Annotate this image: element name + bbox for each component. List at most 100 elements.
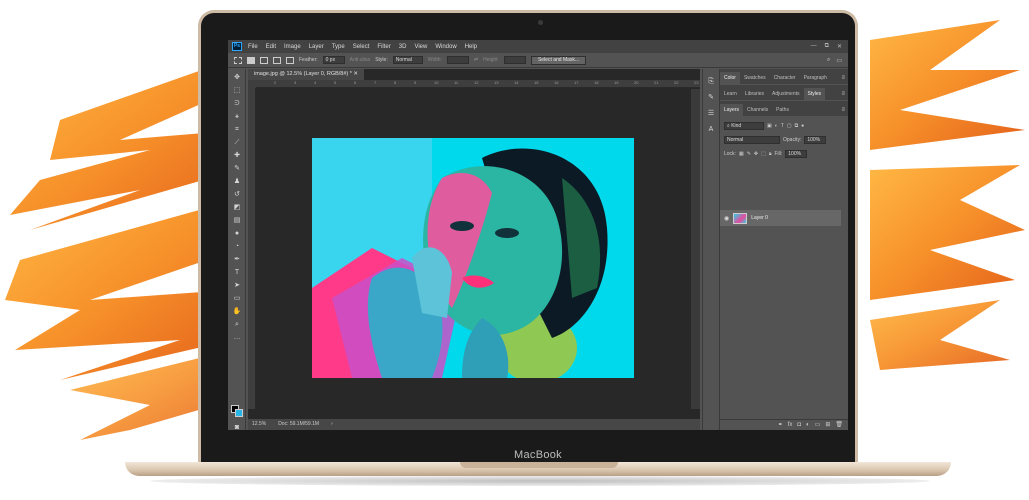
zoom-icon[interactable]: ⌕: [232, 320, 242, 329]
rectangle-icon[interactable]: ▭: [232, 294, 242, 303]
tab-channels[interactable]: Channels: [743, 104, 772, 116]
new-layer-icon[interactable]: ⊞: [825, 420, 830, 430]
panel-menu-icon[interactable]: ≡: [841, 88, 845, 100]
kind-filter-select[interactable]: ⌕ Kind: [724, 122, 764, 130]
stamp-icon[interactable]: ♟: [232, 177, 242, 186]
magic-wand-icon[interactable]: ⚹: [232, 112, 242, 121]
menu-view[interactable]: View: [414, 44, 427, 50]
layer-mask-icon[interactable]: ◘: [797, 420, 801, 430]
tab-paragraph[interactable]: Paragraph: [800, 72, 831, 84]
layer-style-icon[interactable]: fx: [788, 420, 793, 430]
layer-name[interactable]: Layer 0: [751, 215, 768, 221]
ruler-origin[interactable]: [248, 80, 256, 88]
status-arrow-icon[interactable]: ›: [331, 419, 333, 430]
tab-paths[interactable]: Paths: [772, 104, 793, 116]
delete-layer-icon[interactable]: 🗑︎: [835, 420, 843, 430]
tab-character[interactable]: Character: [770, 72, 800, 84]
restore-icon[interactable]: ⧉: [825, 43, 829, 50]
menu-filter[interactable]: Filter: [377, 44, 390, 50]
intersect-selection-icon[interactable]: [286, 56, 294, 64]
filter-type-icon[interactable]: T: [781, 123, 784, 129]
menu-file[interactable]: File: [248, 44, 258, 50]
properties-icon[interactable]: ☰: [706, 109, 716, 118]
vertical-scrollbar[interactable]: [691, 89, 700, 409]
blend-mode-select[interactable]: Normal: [724, 136, 780, 144]
subtract-selection-icon[interactable]: [273, 56, 281, 64]
menu-help[interactable]: Help: [465, 44, 477, 50]
eraser-icon[interactable]: ◩: [232, 203, 242, 212]
canvas-image[interactable]: [312, 138, 634, 378]
history-icon[interactable]: ⎘: [706, 77, 716, 86]
menu-3d[interactable]: 3D: [399, 44, 407, 50]
add-selection-icon[interactable]: [260, 56, 268, 64]
blur-icon[interactable]: ●: [232, 229, 242, 238]
lock-pixels-icon[interactable]: ▦: [739, 151, 744, 157]
quick-mask-icon[interactable]: ◙: [232, 423, 242, 430]
lock-move-icon[interactable]: ✥: [754, 151, 758, 157]
dodge-icon[interactable]: ◔: [232, 242, 242, 251]
style-select[interactable]: Normal: [392, 56, 423, 64]
group-icon[interactable]: ▭: [815, 420, 821, 430]
lock-all-icon[interactable]: 🔒︎: [769, 151, 772, 157]
filter-toggle-icon[interactable]: ●: [801, 123, 804, 129]
new-selection-icon[interactable]: [247, 56, 255, 64]
tab-swatches[interactable]: Swatches: [740, 72, 770, 84]
path-selection-icon[interactable]: ➤: [232, 281, 242, 290]
menu-image[interactable]: Image: [284, 44, 301, 50]
zoom-level[interactable]: 12.5%: [252, 419, 266, 430]
close-icon[interactable]: ✕: [837, 43, 842, 50]
workspace-icon[interactable]: ▭: [836, 57, 842, 64]
lasso-icon[interactable]: ᕭ: [232, 99, 242, 108]
height-input[interactable]: [503, 56, 526, 64]
menu-type[interactable]: Type: [332, 44, 345, 50]
menu-window[interactable]: Window: [435, 44, 456, 50]
panel-menu-icon[interactable]: ≡: [841, 104, 845, 116]
filter-pixel-icon[interactable]: ▣: [767, 123, 772, 129]
vertical-ruler[interactable]: [248, 88, 256, 409]
feather-input[interactable]: 0 px: [322, 56, 345, 64]
link-layers-icon[interactable]: ⚭: [778, 420, 783, 430]
lock-artboard-icon[interactable]: ⬚: [761, 151, 766, 157]
layer-item[interactable]: ◉ Layer 0: [720, 210, 841, 226]
fill-input[interactable]: 100%: [785, 150, 808, 158]
tab-color[interactable]: Color: [720, 72, 740, 84]
select-and-mask-button[interactable]: Select and Mask...: [530, 55, 587, 65]
lock-paint-icon[interactable]: ✎: [747, 151, 751, 157]
type-icon[interactable]: T: [232, 268, 242, 277]
tab-styles[interactable]: Styles: [803, 88, 826, 100]
move-tool-icon[interactable]: ✥: [232, 73, 242, 82]
antialias-checkbox[interactable]: Anti-alias: [350, 57, 371, 63]
width-input[interactable]: [446, 56, 469, 64]
menu-edit[interactable]: Edit: [266, 44, 276, 50]
tab-learn[interactable]: Learn: [720, 88, 741, 100]
tab-layers[interactable]: Layers: [720, 104, 744, 116]
pen-icon[interactable]: ✒: [232, 255, 242, 264]
filter-smart-icon[interactable]: ⧉: [795, 123, 799, 129]
adjustment-layer-icon[interactable]: ◐: [806, 420, 810, 430]
document-tab[interactable]: image.jpg @ 12.5% (Layer 0, RGB/8#) * ✕: [248, 69, 365, 80]
background-color-swatch[interactable]: [235, 409, 243, 417]
menu-select[interactable]: Select: [353, 44, 370, 50]
brush-settings-icon[interactable]: ✎: [706, 93, 716, 102]
marquee-icon[interactable]: ⬚: [232, 86, 242, 95]
eyedropper-icon[interactable]: ⟋: [232, 138, 242, 147]
healing-icon[interactable]: ✚: [232, 151, 242, 160]
search-icon[interactable]: ⌕: [827, 57, 830, 64]
tab-libraries[interactable]: Libraries: [741, 88, 768, 100]
horizontal-ruler[interactable]: 2 3 4 5 6 7 8 9 10 11 12 13 14 15 16 17 18 19 20 21 22 23: [256, 80, 700, 88]
filter-shape-icon[interactable]: ▢: [787, 123, 792, 129]
menu-layer[interactable]: Layer: [309, 44, 324, 50]
tab-adjustments[interactable]: Adjustments: [768, 88, 804, 100]
hand-icon[interactable]: ✋: [232, 307, 242, 316]
swap-icon[interactable]: ⇄: [474, 57, 478, 63]
panel-menu-icon[interactable]: ≡: [841, 72, 845, 84]
marquee-tool-icon[interactable]: [234, 56, 242, 64]
brush-icon[interactable]: ✎: [232, 164, 242, 173]
crop-icon[interactable]: ⌗: [232, 125, 242, 134]
history-brush-icon[interactable]: ↺: [232, 190, 242, 199]
gradient-icon[interactable]: ▤: [232, 216, 242, 225]
minimize-icon[interactable]: —: [811, 43, 817, 50]
opacity-input[interactable]: 100%: [804, 136, 827, 144]
filter-adjustment-icon[interactable]: ◐: [775, 123, 778, 129]
character-icon[interactable]: A: [706, 125, 716, 134]
